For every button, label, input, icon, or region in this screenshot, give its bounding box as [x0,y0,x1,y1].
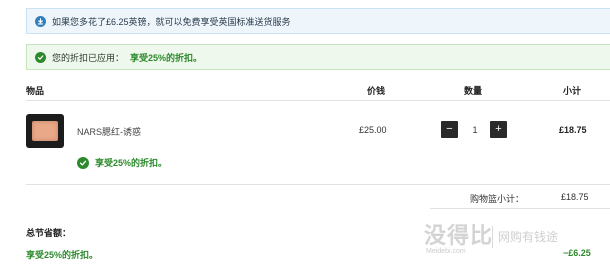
increment-quantity-button[interactable]: + [490,121,507,138]
cart-subtotal-divider [430,208,610,209]
check-circle-icon [35,51,46,63]
watermark-divider [492,226,493,248]
check-circle-icon [77,156,89,169]
site-watermark: 没得比 Meidebi.com 网购有钱途 [424,218,610,268]
download-icon [35,15,46,27]
free-delivery-text: 如果您多花了£6.25英镑，就可以免费享受英国标准送货服务 [52,16,291,27]
column-header-price: 价钱 [367,86,386,96]
decrement-quantity-button[interactable]: − [441,121,458,138]
watermark-logo: 没得比 [424,223,494,249]
item-divider [26,184,610,185]
discount-promo-text: 享受25%的折扣。 [130,52,203,63]
total-savings-promo: 享受25%的折扣。 [26,250,99,260]
cart-subtotal-value: £18.75 [561,192,589,202]
quantity-value: 1 [472,125,478,135]
product-name-link[interactable]: NARS腮红-诱惑 [77,125,141,138]
column-header-subtotal: 小计 [563,86,582,96]
item-subtotal: £18.75 [559,125,587,135]
discount-applied-banner: 您的折扣已应用： 享受25%的折扣。 [26,44,610,70]
cart-subtotal-label: 购物篮小计： [470,194,525,204]
column-header-quantity: 数量 [464,86,483,96]
item-promo-text: 享受25%的折扣。 [95,158,168,168]
free-delivery-banner: 如果您多花了£6.25英镑，就可以免费享受英国标准送货服务 [26,8,610,34]
total-savings-label: 总节省额： [26,228,72,238]
blush-swatch [32,121,58,141]
discount-applied-text: 您的折扣已应用： [52,52,125,63]
item-promo: 享受25%的折扣。 [77,156,167,169]
header-divider [26,100,610,101]
watermark-slogan: 网购有钱途 [498,230,559,244]
product-price: £25.00 [359,125,387,135]
column-header-product: 物品 [26,86,45,96]
total-savings-value: −£6.25 [563,248,591,258]
watermark-site: Meidebi.com [426,248,466,255]
product-thumbnail[interactable] [26,114,64,148]
